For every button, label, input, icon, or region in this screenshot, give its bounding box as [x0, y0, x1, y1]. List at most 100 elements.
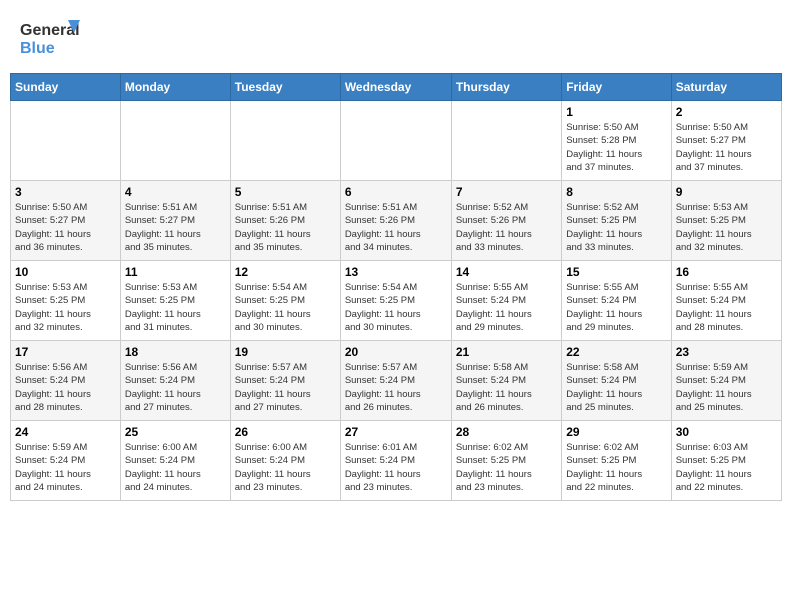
- day-cell: 12 Sunrise: 5:54 AM Sunset: 5:25 PM Dayli…: [230, 261, 340, 341]
- day-cell: 19 Sunrise: 5:57 AM Sunset: 5:24 PM Dayli…: [230, 341, 340, 421]
- day-number: 15: [566, 265, 666, 279]
- day-number: 28: [456, 425, 557, 439]
- day-info: Sunrise: 5:59 AM Sunset: 5:24 PM Dayligh…: [15, 441, 116, 494]
- calendar-table: SundayMondayTuesdayWednesdayThursdayFrid…: [10, 73, 782, 501]
- day-cell: 7 Sunrise: 5:52 AM Sunset: 5:26 PM Daylig…: [451, 181, 561, 261]
- day-cell: 15 Sunrise: 5:55 AM Sunset: 5:24 PM Dayli…: [562, 261, 671, 341]
- day-number: 30: [676, 425, 777, 439]
- calendar-header: SundayMondayTuesdayWednesdayThursdayFrid…: [11, 74, 782, 101]
- day-cell: 18 Sunrise: 5:56 AM Sunset: 5:24 PM Dayli…: [120, 341, 230, 421]
- day-number: 14: [456, 265, 557, 279]
- day-info: Sunrise: 5:53 AM Sunset: 5:25 PM Dayligh…: [15, 281, 116, 334]
- day-cell: 21 Sunrise: 5:58 AM Sunset: 5:24 PM Dayli…: [451, 341, 561, 421]
- day-cell: [340, 101, 451, 181]
- day-cell: 8 Sunrise: 5:52 AM Sunset: 5:25 PM Daylig…: [562, 181, 671, 261]
- day-cell: 24 Sunrise: 5:59 AM Sunset: 5:24 PM Dayli…: [11, 421, 121, 501]
- day-cell: 6Sunrise: 5:51 AM Sunset: 5:26 PM Daylig…: [340, 181, 451, 261]
- week-row-5: 24 Sunrise: 5:59 AM Sunset: 5:24 PM Dayli…: [11, 421, 782, 501]
- week-row-3: 10 Sunrise: 5:53 AM Sunset: 5:25 PM Dayli…: [11, 261, 782, 341]
- day-number: 7: [456, 185, 557, 199]
- weekday-thursday: Thursday: [451, 74, 561, 101]
- week-row-4: 17 Sunrise: 5:56 AM Sunset: 5:24 PM Dayli…: [11, 341, 782, 421]
- day-cell: 2 Sunrise: 5:50 AM Sunset: 5:27 PM Daylig…: [671, 101, 781, 181]
- day-number: 9: [676, 185, 777, 199]
- day-cell: 9Sunrise: 5:53 AM Sunset: 5:25 PM Daylig…: [671, 181, 781, 261]
- day-info: Sunrise: 6:02 AM Sunset: 5:25 PM Dayligh…: [456, 441, 557, 494]
- day-cell: 20 Sunrise: 5:57 AM Sunset: 5:24 PM Dayli…: [340, 341, 451, 421]
- day-info: Sunrise: 6:03 AM Sunset: 5:25 PM Dayligh…: [676, 441, 777, 494]
- day-cell: 29Sunrise: 6:02 AM Sunset: 5:25 PM Dayli…: [562, 421, 671, 501]
- day-cell: [120, 101, 230, 181]
- day-cell: [230, 101, 340, 181]
- day-number: 8: [566, 185, 666, 199]
- day-cell: 13 Sunrise: 5:54 AM Sunset: 5:25 PM Dayli…: [340, 261, 451, 341]
- day-number: 1: [566, 105, 666, 119]
- weekday-header-row: SundayMondayTuesdayWednesdayThursdayFrid…: [11, 74, 782, 101]
- day-info: Sunrise: 5:57 AM Sunset: 5:24 PM Dayligh…: [235, 361, 336, 414]
- day-info: Sunrise: 5:59 AM Sunset: 5:24 PM Dayligh…: [676, 361, 777, 414]
- day-cell: 27Sunrise: 6:01 AM Sunset: 5:24 PM Dayli…: [340, 421, 451, 501]
- day-number: 17: [15, 345, 116, 359]
- weekday-friday: Friday: [562, 74, 671, 101]
- page-header: GeneralBlue: [10, 10, 782, 65]
- day-info: Sunrise: 5:50 AM Sunset: 5:27 PM Dayligh…: [15, 201, 116, 254]
- day-cell: 3 Sunrise: 5:50 AM Sunset: 5:27 PM Daylig…: [11, 181, 121, 261]
- day-number: 19: [235, 345, 336, 359]
- day-info: Sunrise: 5:51 AM Sunset: 5:27 PM Dayligh…: [125, 201, 226, 254]
- weekday-saturday: Saturday: [671, 74, 781, 101]
- day-number: 25: [125, 425, 226, 439]
- day-number: 23: [676, 345, 777, 359]
- day-number: 26: [235, 425, 336, 439]
- calendar-body: 1Sunrise: 5:50 AM Sunset: 5:28 PM Daylig…: [11, 101, 782, 501]
- day-cell: 1Sunrise: 5:50 AM Sunset: 5:28 PM Daylig…: [562, 101, 671, 181]
- day-cell: 22Sunrise: 5:58 AM Sunset: 5:24 PM Dayli…: [562, 341, 671, 421]
- day-info: Sunrise: 5:58 AM Sunset: 5:24 PM Dayligh…: [566, 361, 666, 414]
- week-row-2: 3 Sunrise: 5:50 AM Sunset: 5:27 PM Daylig…: [11, 181, 782, 261]
- day-number: 18: [125, 345, 226, 359]
- day-cell: 11Sunrise: 5:53 AM Sunset: 5:25 PM Dayli…: [120, 261, 230, 341]
- day-number: 3: [15, 185, 116, 199]
- day-number: 20: [345, 345, 447, 359]
- day-info: Sunrise: 6:00 AM Sunset: 5:24 PM Dayligh…: [125, 441, 226, 494]
- weekday-monday: Monday: [120, 74, 230, 101]
- day-info: Sunrise: 5:52 AM Sunset: 5:25 PM Dayligh…: [566, 201, 666, 254]
- day-info: Sunrise: 5:53 AM Sunset: 5:25 PM Dayligh…: [125, 281, 226, 334]
- logo: GeneralBlue: [20, 15, 80, 60]
- day-number: 10: [15, 265, 116, 279]
- day-info: Sunrise: 5:55 AM Sunset: 5:24 PM Dayligh…: [676, 281, 777, 334]
- day-info: Sunrise: 6:00 AM Sunset: 5:24 PM Dayligh…: [235, 441, 336, 494]
- day-cell: 5 Sunrise: 5:51 AM Sunset: 5:26 PM Daylig…: [230, 181, 340, 261]
- day-number: 24: [15, 425, 116, 439]
- svg-text:Blue: Blue: [20, 40, 55, 57]
- day-info: Sunrise: 5:51 AM Sunset: 5:26 PM Dayligh…: [235, 201, 336, 254]
- day-info: Sunrise: 6:02 AM Sunset: 5:25 PM Dayligh…: [566, 441, 666, 494]
- weekday-sunday: Sunday: [11, 74, 121, 101]
- day-cell: 10 Sunrise: 5:53 AM Sunset: 5:25 PM Dayli…: [11, 261, 121, 341]
- day-info: Sunrise: 5:57 AM Sunset: 5:24 PM Dayligh…: [345, 361, 447, 414]
- day-cell: 17Sunrise: 5:56 AM Sunset: 5:24 PM Dayli…: [11, 341, 121, 421]
- day-info: Sunrise: 5:55 AM Sunset: 5:24 PM Dayligh…: [456, 281, 557, 334]
- day-info: Sunrise: 5:54 AM Sunset: 5:25 PM Dayligh…: [345, 281, 447, 334]
- day-info: Sunrise: 5:51 AM Sunset: 5:26 PM Dayligh…: [345, 201, 447, 254]
- day-cell: [11, 101, 121, 181]
- day-cell: 16 Sunrise: 5:55 AM Sunset: 5:24 PM Dayli…: [671, 261, 781, 341]
- day-number: 5: [235, 185, 336, 199]
- day-number: 21: [456, 345, 557, 359]
- day-cell: 14 Sunrise: 5:55 AM Sunset: 5:24 PM Dayli…: [451, 261, 561, 341]
- day-cell: 4Sunrise: 5:51 AM Sunset: 5:27 PM Daylig…: [120, 181, 230, 261]
- day-info: Sunrise: 5:56 AM Sunset: 5:24 PM Dayligh…: [125, 361, 226, 414]
- day-info: Sunrise: 5:54 AM Sunset: 5:25 PM Dayligh…: [235, 281, 336, 334]
- day-number: 2: [676, 105, 777, 119]
- day-info: Sunrise: 5:50 AM Sunset: 5:27 PM Dayligh…: [676, 121, 777, 174]
- day-info: Sunrise: 5:55 AM Sunset: 5:24 PM Dayligh…: [566, 281, 666, 334]
- day-info: Sunrise: 5:58 AM Sunset: 5:24 PM Dayligh…: [456, 361, 557, 414]
- day-cell: 23 Sunrise: 5:59 AM Sunset: 5:24 PM Dayli…: [671, 341, 781, 421]
- day-number: 13: [345, 265, 447, 279]
- day-number: 12: [235, 265, 336, 279]
- day-number: 16: [676, 265, 777, 279]
- day-number: 27: [345, 425, 447, 439]
- day-cell: 30 Sunrise: 6:03 AM Sunset: 5:25 PM Dayli…: [671, 421, 781, 501]
- day-cell: 25 Sunrise: 6:00 AM Sunset: 5:24 PM Dayli…: [120, 421, 230, 501]
- day-cell: 26 Sunrise: 6:00 AM Sunset: 5:24 PM Dayli…: [230, 421, 340, 501]
- day-info: Sunrise: 5:52 AM Sunset: 5:26 PM Dayligh…: [456, 201, 557, 254]
